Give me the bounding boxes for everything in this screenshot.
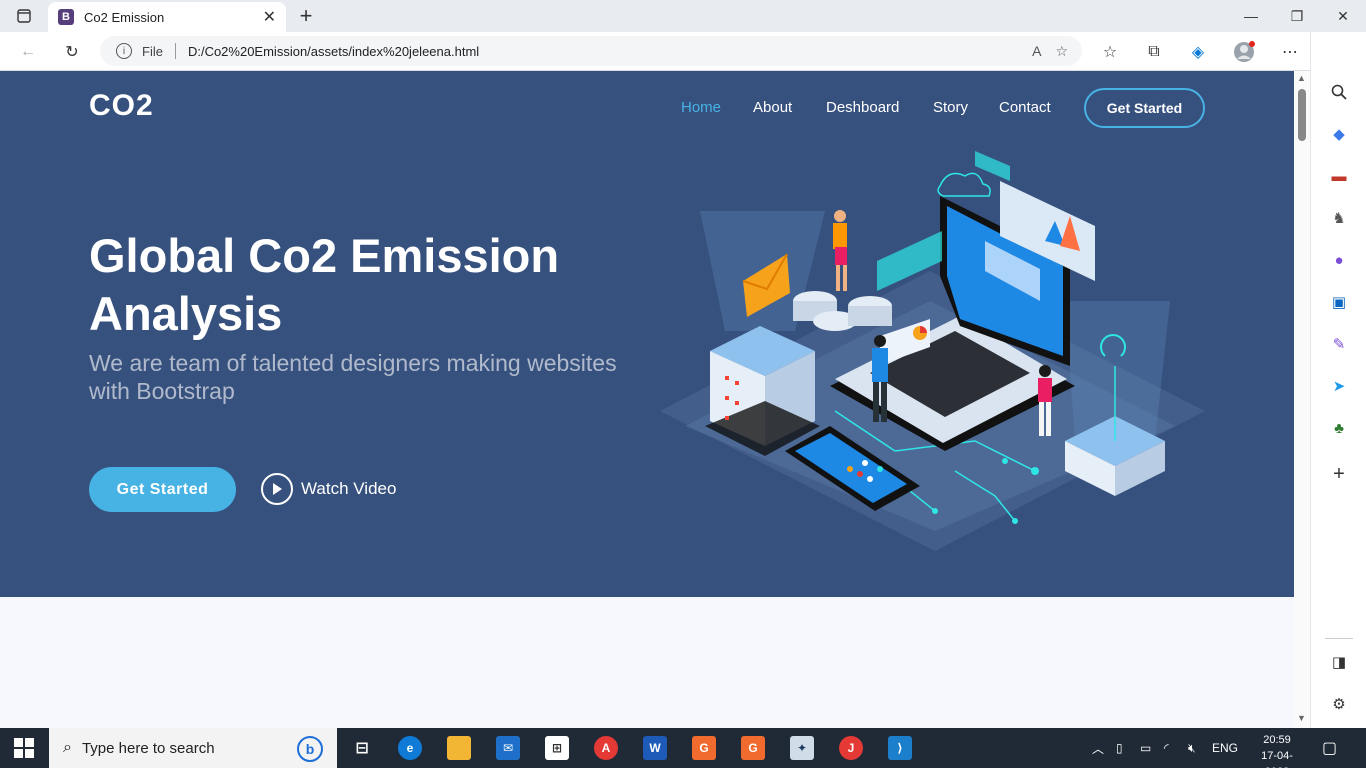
image-tool-icon[interactable]: G [741,736,765,760]
url-text[interactable]: D:/Co2%20Emission/assets/index%20jeleena… [188,44,1032,59]
bootstrap-favicon-icon: B [58,9,74,25]
hero-title: Global Co2 Emission Analysis [89,229,560,340]
sidebar-settings-gear-icon[interactable]: ⚙ [1327,692,1351,716]
settings-more-icon[interactable]: ⋯ [1276,38,1304,66]
page-scrollbar[interactable]: ▲ ▼ [1294,71,1310,728]
word-icon[interactable]: W [643,736,667,760]
favorites-icon[interactable]: ☆ [1096,38,1124,66]
telegram-send-icon[interactable]: ➤ [1327,374,1351,398]
info-icon[interactable]: i [116,43,132,59]
notifications-icon[interactable]: ▢ [1322,728,1337,768]
edge-sidebar: ◆ ▬ ♞ ● ▣ ✎ ➤ ♣ + ◨ ⚙ [1310,32,1366,728]
hero-illustration [660,151,1205,551]
browser-tab[interactable]: B Co2 Emission ✕ [48,2,286,32]
tools-briefcase-icon[interactable]: ▬ [1327,164,1351,188]
search-icon: ⌕ [63,739,72,756]
close-tab-icon[interactable]: ✕ [263,7,276,27]
windows-start-icon[interactable] [14,738,34,758]
close-window-icon[interactable]: ✕ [1320,0,1366,32]
snipping-tool-icon[interactable]: ✦ [790,736,814,760]
file-label: File [142,43,163,59]
outlook-icon[interactable]: ▣ [1327,290,1351,314]
page-viewport: CO2 Home About Deshboard Story Contact G… [0,71,1294,728]
watch-video-link[interactable]: Watch Video [261,473,396,505]
nav-about[interactable]: About [753,99,792,116]
refresh-icon[interactable]: ↻ [58,38,86,66]
show-hidden-icons-icon[interactable]: ︿ [1092,728,1104,768]
tree-icon[interactable]: ♣ [1327,416,1351,440]
shopping-tag-icon[interactable]: ◆ [1327,122,1351,146]
collections-icon[interactable]: ⧉ [1140,38,1168,66]
nav-get-started-button[interactable]: Get Started [1084,88,1205,128]
chrome-profile-j-icon[interactable]: J [839,736,863,760]
browser-essentials-icon[interactable]: ◈ [1184,38,1212,66]
taskbar-search-box[interactable]: ⌕ Type here to search b [49,728,337,768]
battery-icon[interactable]: ▭ [1140,728,1151,768]
volume-muted-icon[interactable]: 🔇︎ [1188,728,1196,768]
bing-search-icon[interactable]: b [297,736,323,762]
nav-story[interactable]: Story [933,99,968,116]
add-sidebar-app-icon[interactable]: + [1327,462,1351,486]
microsoft-store-icon[interactable]: ⊞ [545,736,569,760]
hero-get-started-button[interactable]: Get Started [89,467,236,512]
language-indicator[interactable]: ENG [1212,728,1238,768]
tab-title: Co2 Emission [84,9,165,25]
nav-home[interactable]: Home [681,99,721,116]
profile-avatar[interactable] [1230,38,1258,66]
clock-time: 20:59 [1263,734,1291,746]
taskbar-search-placeholder: Type here to search [81,739,215,757]
hide-sidebar-icon[interactable]: ◨ [1327,650,1351,674]
browser-titlebar: B Co2 Emission ✕ + — ❐ ✕ [0,0,1366,32]
play-icon [261,473,293,505]
back-icon[interactable]: ← [14,38,42,66]
scroll-up-icon[interactable]: ▲ [1297,73,1306,83]
nav-contact[interactable]: Contact [999,99,1051,116]
divider [174,43,176,59]
scroll-down-icon[interactable]: ▼ [1297,713,1306,723]
games-chess-icon[interactable]: ♞ [1327,206,1351,230]
restore-icon[interactable]: ❐ [1274,0,1320,32]
sidebar-divider [1325,638,1353,639]
nav-deshboard[interactable]: Deshboard [826,99,899,116]
pdf-tool-icon[interactable]: G [692,736,716,760]
meet-icon[interactable]: ▯ [1116,728,1123,768]
vscode-icon[interactable]: ⟩ [888,736,912,760]
address-bar[interactable]: i File D:/Co2%20Emission/assets/index%20… [100,36,1082,66]
mail-icon[interactable]: ✉ [496,736,520,760]
watch-video-label: Watch Video [301,479,397,498]
task-view-icon[interactable]: ⊟ [350,736,374,760]
taskbar-clock[interactable]: 20:59 17-04-2023 [1250,732,1304,768]
add-favorite-icon[interactable]: ☆ [1055,43,1068,60]
tab-actions-icon[interactable] [10,6,38,26]
scrollbar-thumb[interactable] [1298,89,1306,141]
designer-icon[interactable]: ✎ [1327,332,1351,356]
hero-subtitle: We are team of talented designers making… [89,350,617,404]
file-explorer-icon[interactable] [447,736,471,760]
read-aloud-icon[interactable]: A [1032,43,1041,59]
search-icon[interactable] [1327,80,1351,104]
site-logo[interactable]: CO2 [89,89,154,123]
edge-browser-icon[interactable]: e [398,736,422,760]
clock-date: 17-04-2023 [1261,750,1293,768]
browser-toolbar: ← ↻ i File D:/Co2%20Emission/assets/inde… [0,32,1366,71]
wifi-icon[interactable]: ◜ [1164,728,1169,768]
minimize-icon[interactable]: — [1228,0,1274,32]
chrome-profile-a-icon[interactable]: A [594,736,618,760]
microsoft-365-icon[interactable]: ● [1327,248,1351,272]
hero-section: CO2 Home About Deshboard Story Contact G… [0,71,1294,597]
windows-taskbar: ⌕ Type here to search b ⊟ e ✉ ⊞ A W G G … [0,728,1366,768]
new-tab-icon[interactable]: + [294,3,318,28]
